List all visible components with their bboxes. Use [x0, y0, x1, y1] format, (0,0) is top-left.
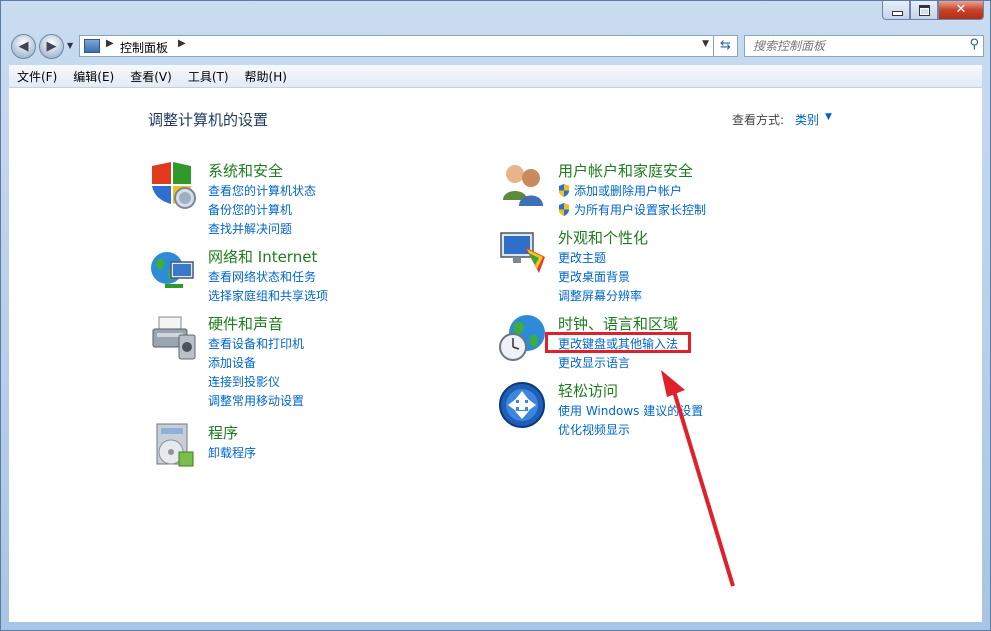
forward-button[interactable]: ▶: [39, 34, 64, 59]
refresh-button[interactable]: ⇆: [714, 35, 738, 57]
refresh-icon: ⇆: [720, 38, 731, 53]
menu-view[interactable]: 查看(V): [122, 68, 180, 85]
breadcrumb-control-panel[interactable]: 控制面板: [120, 39, 168, 56]
menu-tools[interactable]: 工具(T): [180, 68, 237, 85]
close-icon: ✕: [955, 2, 967, 17]
caption-buttons: ✕: [882, 1, 984, 21]
search-box[interactable]: ⚲: [744, 35, 984, 57]
content-area: 调整计算机的设置 查看方式: 类别 ▼ 系统和安全 查看您的计算机状态 备份您的…: [9, 88, 982, 622]
search-input[interactable]: [751, 38, 955, 54]
back-button[interactable]: ◀: [11, 34, 36, 59]
search-icon[interactable]: ⚲: [969, 37, 979, 52]
menu-file[interactable]: 文件(F): [9, 68, 65, 85]
minimize-icon: [892, 11, 903, 16]
navigation-bar: ◀ ▶ ▼ ▶ 控制面板 ▶ ▼ ⇆ ⚲: [9, 33, 984, 59]
breadcrumb-chevron-icon[interactable]: ▶: [178, 38, 186, 49]
control-panel-window: ✕ ◀ ▶ ▼ ▶ 控制面板 ▶ ▼ ⇆ ⚲ 文件(F) 编辑(E) 查看(V)…: [0, 0, 991, 631]
control-panel-icon: [84, 39, 100, 53]
recent-pages-dropdown[interactable]: ▼: [67, 41, 73, 50]
address-bar[interactable]: ▶ 控制面板 ▶ ▼: [79, 35, 714, 57]
address-dropdown-icon[interactable]: ▼: [702, 39, 709, 49]
maximize-icon: [919, 5, 930, 16]
arrow-right-icon: ▶: [46, 39, 57, 54]
annotation-arrow-icon: [661, 370, 735, 587]
menu-help[interactable]: 帮助(H): [237, 68, 295, 85]
menu-edit[interactable]: 编辑(E): [65, 68, 122, 85]
breadcrumb-chevron-icon[interactable]: ▶: [106, 38, 114, 49]
close-button[interactable]: ✕: [938, 1, 984, 20]
maximize-button[interactable]: [910, 1, 938, 20]
arrow-left-icon: ◀: [18, 39, 29, 54]
minimize-button[interactable]: [882, 1, 910, 20]
menu-bar: 文件(F) 编辑(E) 查看(V) 工具(T) 帮助(H): [9, 65, 982, 88]
